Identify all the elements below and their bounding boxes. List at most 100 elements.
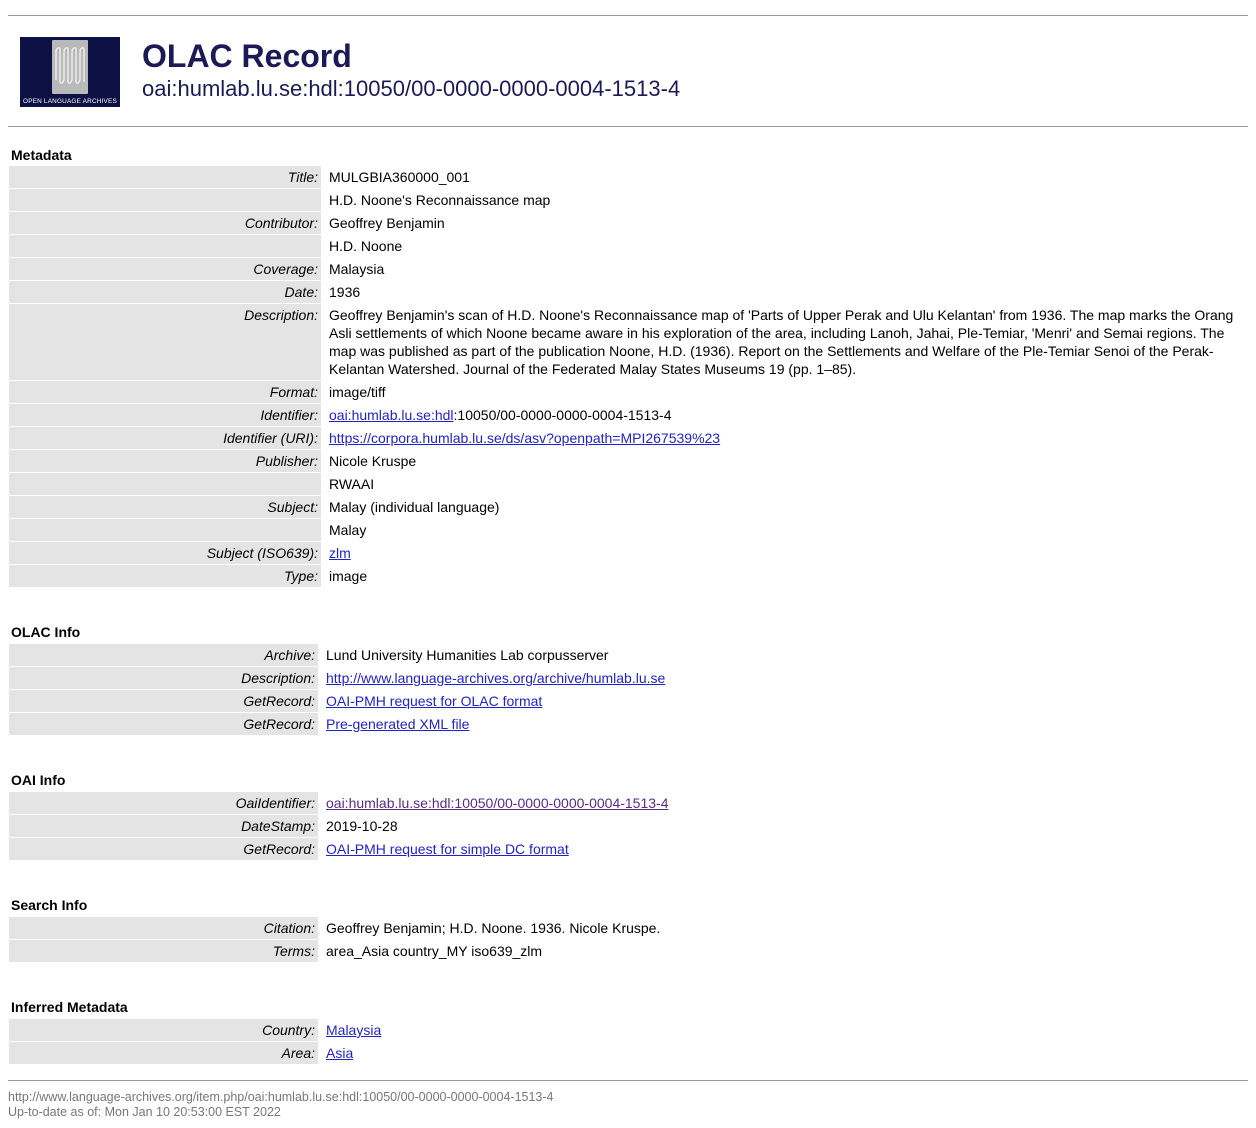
header-divider xyxy=(8,126,1248,127)
field-value: RWAAI xyxy=(322,473,1247,495)
field-label: Identifier: xyxy=(9,404,321,426)
table-row: Archive: Lund University Humanities Lab … xyxy=(9,644,1247,666)
field-value: Malaysia xyxy=(322,258,1247,280)
field-label: Contributor: xyxy=(9,212,321,234)
field-label: GetRecord: xyxy=(9,838,318,860)
page-subtitle: oai:humlab.lu.se:hdl:10050/00-0000-0000-… xyxy=(142,76,681,101)
field-value: Nicole Kruspe xyxy=(322,450,1247,472)
table-row: Citation: Geoffrey Benjamin; H.D. Noone.… xyxy=(9,917,1247,939)
description-value: Geoffrey Benjamin's scan of H.D. Noone's… xyxy=(322,304,1247,380)
section-title-metadata: Metadata xyxy=(11,147,72,163)
field-label: DateStamp: xyxy=(9,815,318,837)
table-row: Type: image xyxy=(9,565,1247,587)
search-info-table: Citation: Geoffrey Benjamin; H.D. Noone.… xyxy=(8,916,1248,963)
field-label: Coverage: xyxy=(9,258,321,280)
field-value: http://www.language-archives.org/archive… xyxy=(319,667,1247,689)
footer-divider xyxy=(8,1080,1248,1081)
field-label xyxy=(9,519,321,541)
inferred-metadata-table: Country: Malaysia Area: Asia xyxy=(8,1018,1248,1065)
table-row: RWAAI xyxy=(9,473,1247,495)
section-title-olac-info: OLAC Info xyxy=(11,624,81,640)
table-row: Subject: Malay (individual language) xyxy=(9,496,1247,518)
field-value: 2019-10-28 xyxy=(319,815,1247,837)
xml-file-link[interactable]: Pre-generated XML file xyxy=(326,716,469,732)
field-label: Date: xyxy=(9,281,321,303)
field-value: image/tiff xyxy=(322,381,1247,403)
field-label: OaiIdentifier: xyxy=(9,792,318,814)
field-label: Subject (ISO639): xyxy=(9,542,321,564)
footer-updated: Up-to-date as of: Mon Jan 10 20:53:00 ES… xyxy=(8,1105,281,1119)
dc-format-request-link[interactable]: OAI-PMH request for simple DC format xyxy=(326,841,569,857)
field-label: Description: xyxy=(9,304,321,380)
footer-url: http://www.language-archives.org/item.ph… xyxy=(8,1090,554,1104)
section-title-inferred-metadata: Inferred Metadata xyxy=(11,999,128,1015)
oai-identifier-link[interactable]: oai:humlab.lu.se:hdl:10050/00-0000-0000-… xyxy=(326,795,668,811)
top-divider xyxy=(8,15,1248,16)
oai-info-table: OaiIdentifier: oai:humlab.lu.se:hdl:1005… xyxy=(8,791,1248,861)
table-row: OaiIdentifier: oai:humlab.lu.se:hdl:1005… xyxy=(9,792,1247,814)
page-title: OLAC Record xyxy=(142,38,352,74)
field-value: MULGBIA360000_001 xyxy=(322,166,1247,188)
field-label: Identifier (URI): xyxy=(9,427,321,449)
table-row: Description: http://www.language-archive… xyxy=(9,667,1247,689)
logo-caption: OPEN LANGUAGE ARCHIVES xyxy=(23,98,117,105)
table-row: Format: image/tiff xyxy=(9,381,1247,403)
field-label: Country: xyxy=(9,1019,318,1041)
field-label: Terms: xyxy=(9,940,318,962)
country-link[interactable]: Malaysia xyxy=(326,1022,381,1038)
table-row: Malay xyxy=(9,519,1247,541)
table-row: Terms: area_Asia country_MY iso639_zlm xyxy=(9,940,1247,962)
field-value: oai:humlab.lu.se:hdl:10050/00-0000-0000-… xyxy=(322,404,1247,426)
table-row: H.D. Noone xyxy=(9,235,1247,257)
field-value: Pre-generated XML file xyxy=(319,713,1247,735)
table-row: Description: Geoffrey Benjamin's scan of… xyxy=(9,304,1247,380)
field-value: zlm xyxy=(322,542,1247,564)
field-label xyxy=(9,189,321,211)
olac-format-request-link[interactable]: OAI-PMH request for OLAC format xyxy=(326,693,542,709)
field-value: area_Asia country_MY iso639_zlm xyxy=(319,940,1247,962)
table-row: DateStamp: 2019-10-28 xyxy=(9,815,1247,837)
identifier-suffix: :10050/00-0000-0000-0004-1513-4 xyxy=(453,407,672,423)
document-icon xyxy=(52,40,88,94)
table-row: GetRecord: Pre-generated XML file xyxy=(9,713,1247,735)
field-label: Type: xyxy=(9,565,321,587)
area-link[interactable]: Asia xyxy=(326,1045,353,1061)
olac-info-table: Archive: Lund University Humanities Lab … xyxy=(8,643,1248,736)
field-value: Asia xyxy=(319,1042,1247,1064)
field-value: Malay (individual language) xyxy=(322,496,1247,518)
field-value: Malay xyxy=(322,519,1247,541)
field-value: H.D. Noone's Reconnaissance map xyxy=(322,189,1247,211)
field-label: Description: xyxy=(9,667,318,689)
field-label: Area: xyxy=(9,1042,318,1064)
table-row: Identifier: oai:humlab.lu.se:hdl:10050/0… xyxy=(9,404,1247,426)
field-label xyxy=(9,473,321,495)
table-row: GetRecord: OAI-PMH request for OLAC form… xyxy=(9,690,1247,712)
field-label: Publisher: xyxy=(9,450,321,472)
field-value: Lund University Humanities Lab corpusser… xyxy=(319,644,1247,666)
section-title-oai-info: OAI Info xyxy=(11,772,66,788)
identifier-prefix-link[interactable]: oai:humlab.lu.se:hdl xyxy=(329,407,454,423)
field-value: 1936 xyxy=(322,281,1247,303)
field-label: Subject: xyxy=(9,496,321,518)
table-row: Coverage: Malaysia xyxy=(9,258,1247,280)
olac-logo[interactable]: OPEN LANGUAGE ARCHIVES xyxy=(20,37,120,107)
field-label: Citation: xyxy=(9,917,318,939)
table-row: Title: MULGBIA360000_001 xyxy=(9,166,1247,188)
table-row: Contributor: Geoffrey Benjamin xyxy=(9,212,1247,234)
field-label: Format: xyxy=(9,381,321,403)
identifier-uri-link[interactable]: https://corpora.humlab.lu.se/ds/asv?open… xyxy=(329,430,720,446)
archive-description-link[interactable]: http://www.language-archives.org/archive… xyxy=(326,670,665,686)
field-value: OAI-PMH request for OLAC format xyxy=(319,690,1247,712)
field-value: https://corpora.humlab.lu.se/ds/asv?open… xyxy=(322,427,1247,449)
section-title-search-info: Search Info xyxy=(11,897,88,913)
field-label: Title: xyxy=(9,166,321,188)
footer: http://www.language-archives.org/item.ph… xyxy=(8,1090,554,1120)
field-value: H.D. Noone xyxy=(322,235,1247,257)
field-value: Geoffrey Benjamin; H.D. Noone. 1936. Nic… xyxy=(319,917,1247,939)
field-value: Geoffrey Benjamin xyxy=(322,212,1247,234)
field-value: Malaysia xyxy=(319,1019,1247,1041)
table-row: H.D. Noone's Reconnaissance map xyxy=(9,189,1247,211)
field-label: GetRecord: xyxy=(9,690,318,712)
field-value: image xyxy=(322,565,1247,587)
iso639-link[interactable]: zlm xyxy=(329,545,351,561)
